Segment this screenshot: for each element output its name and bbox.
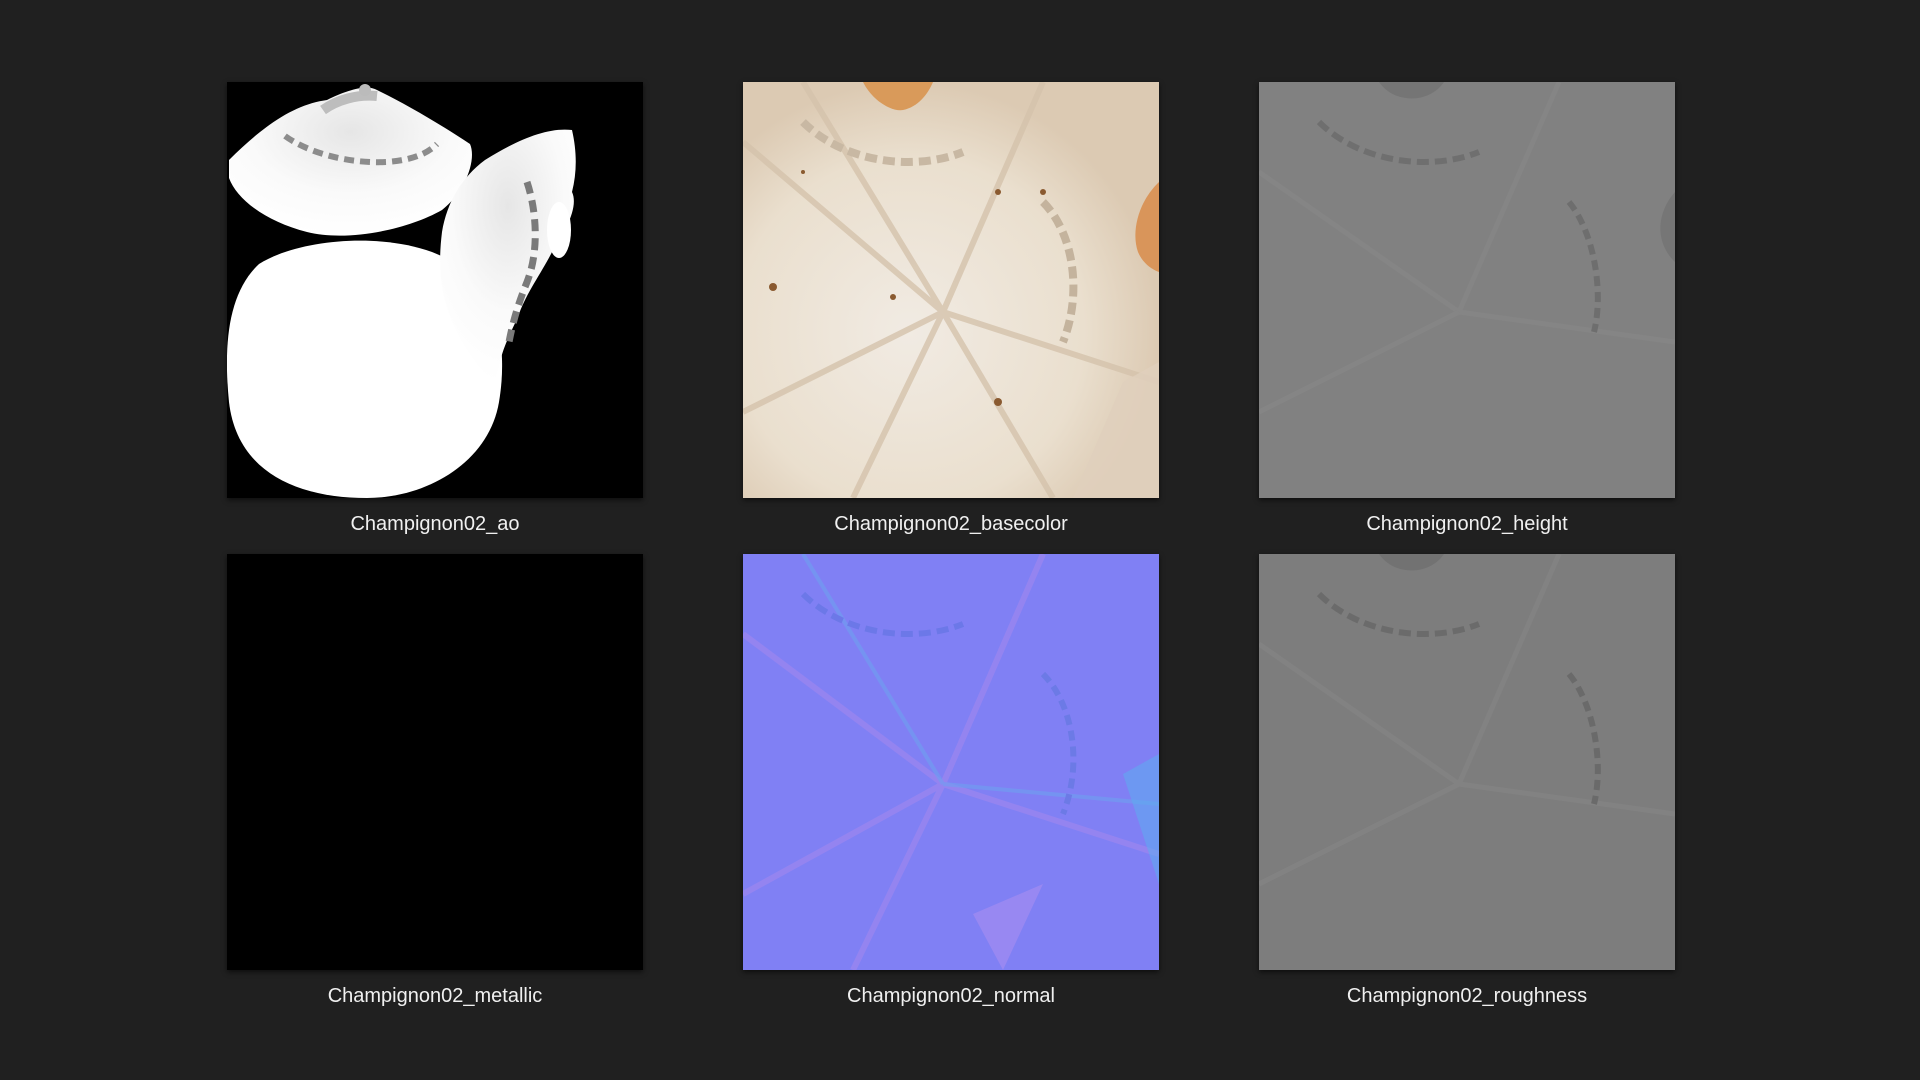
file-name-ao: Champignon02_ao xyxy=(350,513,520,535)
thumbnail-grid: Champignon02_ao Champignon02_basecolor C… xyxy=(0,0,1920,1080)
height-thumbnail[interactable] xyxy=(1259,82,1675,498)
roughness-thumbnail[interactable] xyxy=(1259,554,1675,970)
file-name-metallic: Champignon02_metallic xyxy=(327,985,543,1007)
ao-thumbnail[interactable] xyxy=(227,82,643,498)
file-item-metallic[interactable]: Champignon02_metallic xyxy=(227,554,643,1007)
file-item-ao[interactable]: Champignon02_ao xyxy=(227,82,643,535)
normal-thumbnail[interactable] xyxy=(743,554,1159,970)
file-item-roughness[interactable]: Champignon02_roughness xyxy=(1259,554,1675,1007)
file-item-basecolor[interactable]: Champignon02_basecolor xyxy=(743,82,1159,535)
metallic-thumbnail[interactable] xyxy=(227,554,643,970)
file-name-normal: Champignon02_normal xyxy=(847,985,1055,1007)
basecolor-thumbnail[interactable] xyxy=(743,82,1159,498)
file-name-basecolor: Champignon02_basecolor xyxy=(834,513,1068,535)
file-item-normal[interactable]: Champignon02_normal xyxy=(743,554,1159,1007)
file-item-height[interactable]: Champignon02_height xyxy=(1259,82,1675,535)
file-name-roughness: Champignon02_roughness xyxy=(1346,985,1588,1007)
file-name-height: Champignon02_height xyxy=(1366,513,1568,535)
